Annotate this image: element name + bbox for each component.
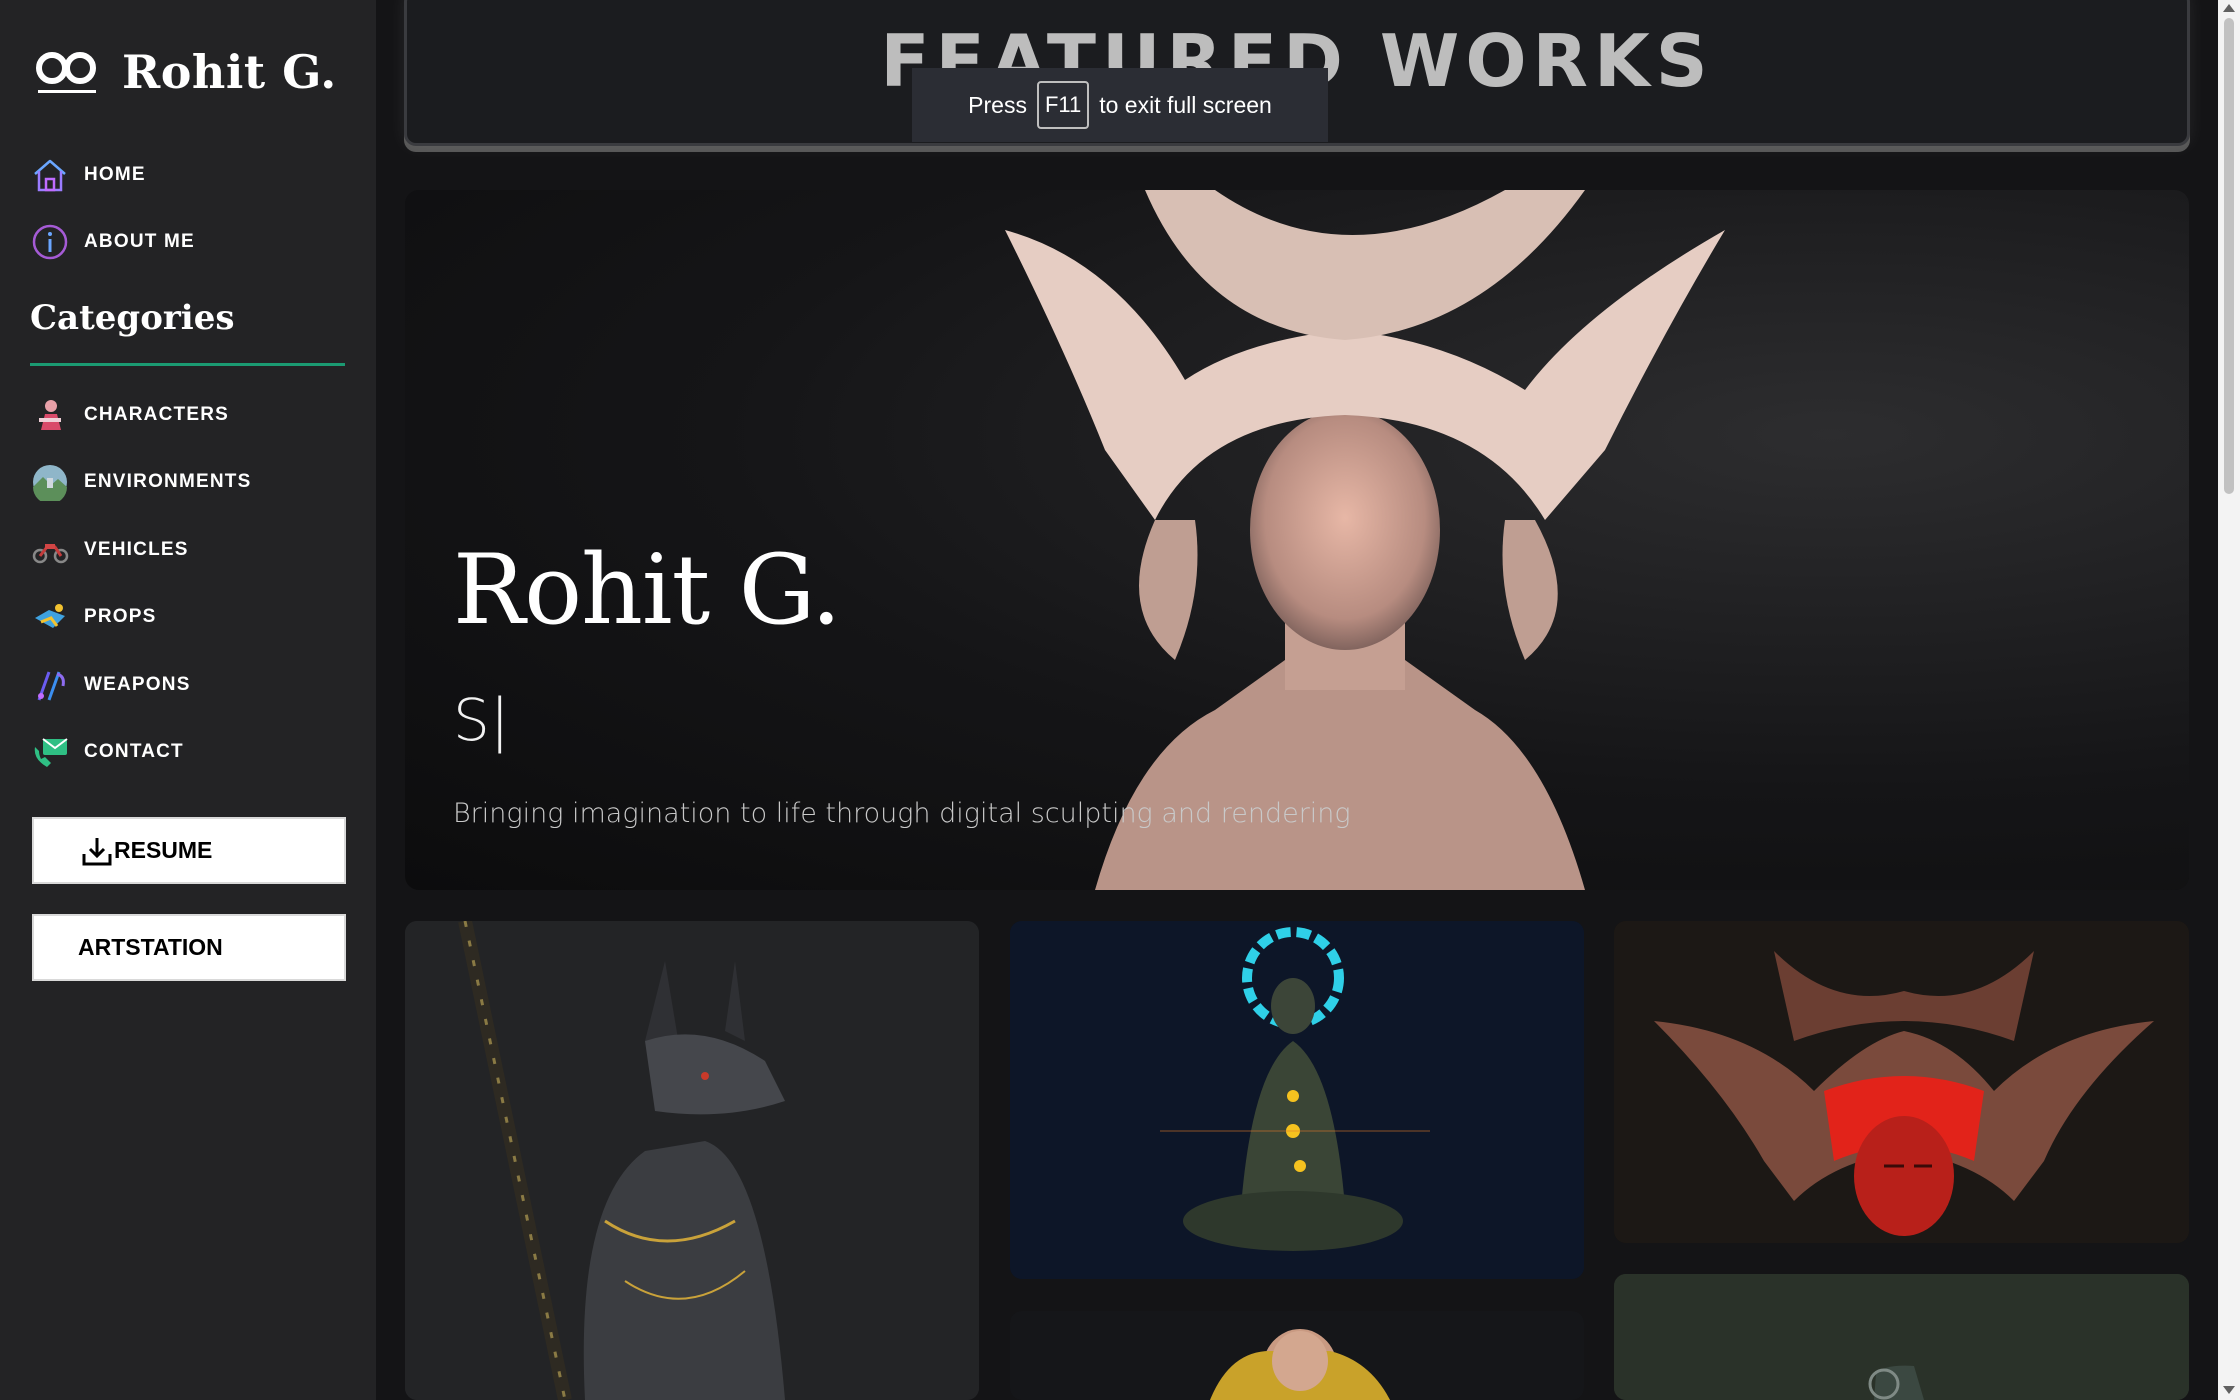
nav-about-label: ABOUT ME [84,231,195,252]
scroll-up-arrow-icon[interactable] [2223,4,2235,12]
toast-rest-text: to exit full screen [1099,91,1272,118]
nav-props-label: PROPS [84,606,157,627]
gallery-card-pig[interactable] [1010,1311,1584,1400]
nav-home-label: HOME [84,164,146,185]
scrollbar-thumb[interactable] [2224,18,2234,494]
weapons-icon [30,665,70,705]
fullscreen-exit-toast: Press F11 to exit full screen [912,68,1328,142]
nav-contact-label: CONTACT [84,741,184,762]
nav-environments-label: ENVIRONMENTS [84,471,252,492]
toast-press-text: Press [968,91,1027,118]
toast-key: F11 [1036,81,1090,129]
meditation-sculpture-image [1010,921,1584,1279]
brand[interactable]: Rohit G. [32,42,337,102]
gallery-card-demon-red[interactable] [1614,921,2189,1243]
hero-banner: Rohit G. S| Bringing imagination to life… [405,190,2189,890]
home-icon [30,155,70,195]
motorcycle-icon [30,530,70,570]
demon-red-sculpture-image [1614,921,2189,1243]
brand-title: Rohit G. [122,45,337,99]
nav-environments[interactable]: ENVIRONMENTS [30,458,251,506]
nav-home[interactable]: HOME [30,151,146,199]
nav-vehicles-label: VEHICLES [84,539,189,560]
categories-heading: Categories [30,298,235,338]
globe-landscape-icon [30,462,70,502]
download-icon [82,837,112,865]
prop-model-image [1614,1274,2189,1400]
mail-phone-icon [30,732,70,772]
anubis-sculpture-image [405,921,979,1400]
nav-characters[interactable]: CHARACTERS [30,391,229,439]
resume-button-label: RESUME [114,837,213,863]
categories-divider [30,363,345,366]
artstation-button-label: ARTSTATION [78,934,223,960]
hero-sculpture-image [1005,190,1725,890]
scroll-down-arrow-icon[interactable] [2223,1386,2235,1394]
artstation-button[interactable]: ARTSTATION [32,914,346,981]
hero-name: Rohit G. [453,534,841,646]
gallery-card-anubis[interactable] [405,921,979,1400]
sidebar: Rohit G. HOME ABOUT ME Categories CHARAC… [0,0,376,1400]
gallery-card-meditation[interactable] [1010,921,1584,1279]
nav-about[interactable]: ABOUT ME [30,218,195,266]
character-thumbnail-icon [30,395,70,435]
gallery-card-prop[interactable] [1614,1274,2189,1400]
hero-typing-text: S| [453,686,510,754]
nav-weapons[interactable]: WEAPONS [30,661,191,709]
info-circle-icon [30,222,70,262]
nav-contact[interactable]: CONTACT [30,728,184,776]
nav-characters-label: CHARACTERS [84,404,229,425]
nav-vehicles[interactable]: VEHICLES [30,526,189,574]
nav-props[interactable]: PROPS [30,593,157,641]
resume-button[interactable]: RESUME [32,817,346,884]
nav-weapons-label: WEAPONS [84,674,191,695]
props-icon [30,597,70,637]
infinity-logo-icon [36,52,96,93]
hero-tagline: Bringing imagination to life through dig… [453,798,1351,829]
page-root: Rohit G. HOME ABOUT ME Categories CHARAC… [0,0,2240,1400]
pig-character-image [1010,1311,1584,1400]
